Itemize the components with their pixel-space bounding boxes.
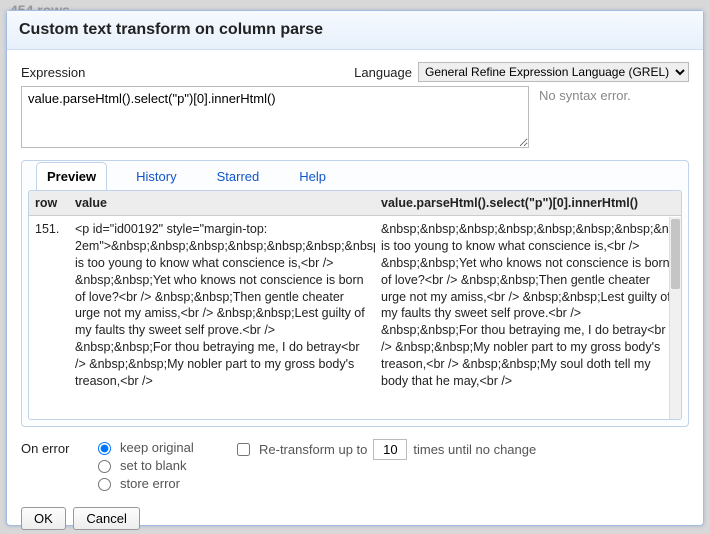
cell-row: 151. xyxy=(29,216,69,395)
ok-button[interactable]: OK xyxy=(21,507,66,530)
radio-store-error-input[interactable] xyxy=(98,478,111,491)
radio-set-blank-label: set to blank xyxy=(120,458,187,473)
cell-value: <p id="id00192" style="margin-top: 2em">… xyxy=(69,216,375,395)
expression-input[interactable] xyxy=(21,86,529,148)
error-radio-group: keep original set to blank store error xyxy=(93,439,233,493)
retransform-checkbox[interactable] xyxy=(237,443,250,456)
language-select[interactable]: General Refine Expression Language (GREL… xyxy=(418,62,689,82)
dialog-title: Custom text transform on column parse xyxy=(7,11,703,50)
transform-dialog: Custom text transform on column parse Ex… xyxy=(6,10,704,526)
radio-keep-original[interactable]: keep original xyxy=(93,439,233,455)
retransform-count-input[interactable] xyxy=(373,439,407,460)
options-row: On error keep original set to blank stor… xyxy=(21,439,689,493)
cell-result: &nbsp;&nbsp;&nbsp;&nbsp;&nbsp;&nbsp;&nbs… xyxy=(375,216,681,395)
expression-label: Expression xyxy=(21,65,85,80)
radio-keep-original-input[interactable] xyxy=(98,442,111,455)
expression-row: No syntax error. xyxy=(21,86,689,148)
radio-keep-original-label: keep original xyxy=(120,440,194,455)
retransform-suffix: times until no change xyxy=(413,442,536,457)
dialog-body: Expression Language General Refine Expre… xyxy=(7,50,703,501)
radio-store-error[interactable]: store error xyxy=(93,475,233,491)
language-label: Language xyxy=(354,65,412,80)
col-value-header: value xyxy=(69,191,375,216)
syntax-status: No syntax error. xyxy=(539,86,689,103)
radio-set-blank-input[interactable] xyxy=(98,460,111,473)
col-row-header: row xyxy=(29,191,69,216)
preview-pane: row value value.parseHtml().select("p")[… xyxy=(28,190,682,420)
cancel-button[interactable]: Cancel xyxy=(73,507,139,530)
retransform-prefix: Re-transform up to xyxy=(259,442,367,457)
app-backdrop: 454 rows Custom text transform on column… xyxy=(0,0,710,534)
preview-scrollbar[interactable] xyxy=(669,217,681,419)
scrollbar-thumb[interactable] xyxy=(671,219,680,289)
tab-preview[interactable]: Preview xyxy=(36,162,107,191)
table-row: 151. <p id="id00192" style="margin-top: … xyxy=(29,216,681,395)
on-error-label: On error xyxy=(21,439,93,456)
tab-help[interactable]: Help xyxy=(288,162,337,191)
results-panel: Preview History Starred Help xyxy=(21,160,689,427)
expression-header-row: Expression Language General Refine Expre… xyxy=(21,62,689,82)
retransform-group: Re-transform up to times until no change xyxy=(233,439,536,460)
tab-starred[interactable]: Starred xyxy=(206,162,271,191)
preview-header-row: row value value.parseHtml().select("p")[… xyxy=(29,191,681,216)
tab-history[interactable]: History xyxy=(125,162,187,191)
radio-set-blank[interactable]: set to blank xyxy=(93,457,233,473)
tabs: Preview History Starred Help xyxy=(28,160,682,189)
preview-table: row value value.parseHtml().select("p")[… xyxy=(29,191,681,395)
radio-store-error-label: store error xyxy=(120,476,180,491)
dialog-footer: OK Cancel xyxy=(7,501,703,534)
col-result-header: value.parseHtml().select("p")[0].innerHt… xyxy=(375,191,681,216)
